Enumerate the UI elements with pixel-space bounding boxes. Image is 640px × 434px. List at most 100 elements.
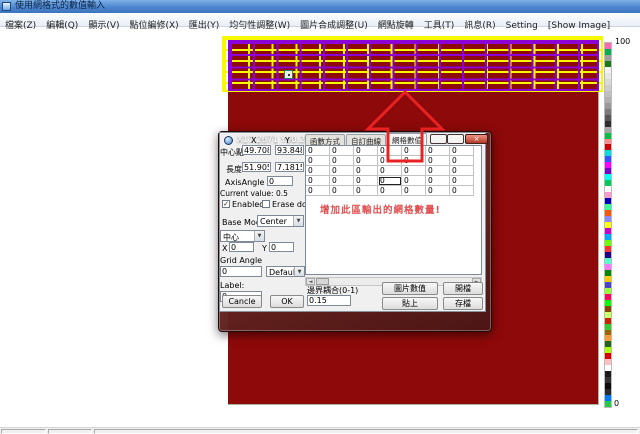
cancel-button[interactable]: Cancle <box>222 295 262 308</box>
menu-item[interactable]: 網點旋轉 <box>373 19 419 32</box>
grid-cell[interactable]: 0 <box>354 156 378 166</box>
erase-dots-checkbox[interactable] <box>262 200 270 208</box>
menu-item[interactable]: 訊息(R) <box>459 19 500 32</box>
grid-cell[interactable]: 0 <box>306 146 330 156</box>
application-window: 使用網格式的數值輸入 檔案(Z)編輯(Q)顯示(V)點位編修(X)匯出(Y)均勻… <box>0 0 640 434</box>
window-titlebar[interactable]: 使用網格式的數值輸入 <box>0 0 640 13</box>
value-grid-box: 00000000000000000000000000000000000 增加此區… <box>305 145 482 275</box>
menu-item[interactable]: 圖片合成調整(U) <box>295 19 373 32</box>
marker-dot-icon <box>288 74 290 76</box>
grid-cell[interactable]: 0 <box>450 146 474 156</box>
length-x-field[interactable] <box>242 162 271 172</box>
menu-item[interactable]: 匯出(Y) <box>184 19 225 32</box>
grid-cell[interactable]: 0 <box>450 186 474 196</box>
grid-cell[interactable]: 0 <box>306 156 330 166</box>
grid-cell[interactable]: 0 <box>450 156 474 166</box>
axis-angle-label: AxisAngle <box>225 178 264 187</box>
grid-cell[interactable]: 0 <box>378 166 402 176</box>
grid-cell[interactable]: 0 <box>402 176 426 186</box>
grid-cell[interactable]: 0 <box>306 186 330 196</box>
base-mode-value: Center <box>260 217 287 226</box>
value-grid: 00000000000000000000000000000000000 <box>306 146 474 196</box>
grid-cell[interactable]: 0 <box>402 146 426 156</box>
maximize-icon[interactable]: □ <box>447 134 464 144</box>
boundary-coupling-field[interactable] <box>307 295 351 306</box>
grid-angle-label: Grid Angle <box>220 256 262 265</box>
center-y-field[interactable] <box>275 145 304 155</box>
grid-cell[interactable]: 0 <box>306 166 330 176</box>
anchor-dropdown[interactable]: 中心 ▼ <box>220 230 265 242</box>
menu-bar: 檔案(Z)編輯(Q)顯示(V)點位編修(X)匯出(Y)均勻性調整(W)圖片合成調… <box>0 13 640 27</box>
grid-cell[interactable]: 0 <box>402 166 426 176</box>
grid-cell[interactable]: 0 <box>402 186 426 196</box>
open-file-button[interactable]: 開檔 <box>443 282 483 295</box>
menu-item[interactable]: 工具(T) <box>419 19 460 32</box>
grid-cell[interactable]: 0 <box>354 176 378 186</box>
grid-angle-mode-dropdown[interactable]: Default ▼ <box>266 266 305 277</box>
length-label: 長度 <box>226 164 242 175</box>
length-y-field[interactable] <box>275 162 304 172</box>
chevron-down-icon[interactable]: ▼ <box>294 267 304 276</box>
save-file-button[interactable]: 存檔 <box>443 297 483 310</box>
axis-angle-field[interactable] <box>267 176 293 186</box>
grid-cell[interactable]: 0 <box>426 146 450 156</box>
menu-item[interactable]: 檔案(Z) <box>0 19 41 32</box>
tab-0[interactable]: 函數方式 <box>305 134 345 145</box>
grid-cell[interactable]: 0 <box>426 166 450 176</box>
offset-x-label: X <box>222 244 227 253</box>
menu-item[interactable]: 編輯(Q) <box>41 19 83 32</box>
inner-grid-overlay <box>228 40 599 91</box>
chevron-down-icon[interactable]: ▼ <box>293 216 303 226</box>
menu-item[interactable]: 顯示(V) <box>83 19 124 32</box>
offset-x-field[interactable] <box>229 242 254 252</box>
menu-item[interactable]: 點位編修(X) <box>125 19 184 32</box>
grid-cell[interactable]: 0 <box>426 176 450 186</box>
grid-cell[interactable]: 0 <box>450 166 474 176</box>
grid-cell[interactable]: 0 <box>330 176 354 186</box>
scale-top-label: 100 <box>615 37 630 46</box>
selected-point-marker[interactable] <box>284 70 293 79</box>
menu-item[interactable]: [Show Image] <box>543 19 615 32</box>
enabled-checkbox[interactable]: ✓ <box>222 200 230 208</box>
grid-cell[interactable]: 0 <box>306 176 330 186</box>
grid-value-dialog: X17.2671 Y90.2574 Value 0.5 -> 0.5 – □ ×… <box>218 131 492 332</box>
minimize-icon[interactable]: – <box>430 134 447 144</box>
current-value-label: Current value: 0.5 <box>220 189 288 198</box>
grid-cell[interactable]: 0 <box>330 186 354 196</box>
dialog-icon <box>224 136 233 145</box>
center-x-field[interactable] <box>242 145 271 155</box>
color-band <box>605 401 611 407</box>
grid-angle-field[interactable] <box>220 266 262 277</box>
grid-cell[interactable]: 0 <box>402 156 426 166</box>
paste-button[interactable]: 貼上 <box>382 297 438 310</box>
grid-cell[interactable]: 0 <box>330 156 354 166</box>
ok-button[interactable]: OK <box>270 295 304 308</box>
offset-y-field[interactable] <box>269 242 294 252</box>
scrollbar-thumb[interactable] <box>316 278 329 285</box>
grid-cell[interactable]: 0 <box>378 146 402 156</box>
grid-cell[interactable]: 0 <box>426 156 450 166</box>
menu-item[interactable]: Setting <box>501 19 543 32</box>
chevron-down-icon[interactable]: ▼ <box>254 231 264 241</box>
grid-cell[interactable]: 0 <box>450 176 474 186</box>
app-icon <box>2 2 11 11</box>
close-icon[interactable]: × <box>465 134 488 144</box>
grid-cell[interactable]: 0 <box>330 166 354 176</box>
status-bar <box>0 427 640 434</box>
enabled-label: Enabled <box>232 200 264 209</box>
scroll-left-icon[interactable]: ◄ <box>306 278 315 285</box>
grid-cell[interactable]: 0 <box>378 176 402 186</box>
image-values-button[interactable]: 圖片數值 <box>382 282 438 295</box>
grid-cell[interactable]: 0 <box>330 146 354 156</box>
base-mode-dropdown[interactable]: Center ▼ <box>257 215 304 227</box>
grid-cell[interactable]: 0 <box>378 156 402 166</box>
tab-1[interactable]: 自訂曲線 <box>346 134 386 145</box>
grid-cell[interactable]: 0 <box>378 186 402 196</box>
grid-cell[interactable]: 0 <box>426 186 450 196</box>
menu-item[interactable]: 均勻性調整(W) <box>224 19 295 32</box>
grid-cell[interactable]: 0 <box>354 166 378 176</box>
status-cell <box>1 429 46 434</box>
tab-2[interactable]: 網格數值 <box>387 133 427 145</box>
grid-cell[interactable]: 0 <box>354 186 378 196</box>
grid-cell[interactable]: 0 <box>354 146 378 156</box>
